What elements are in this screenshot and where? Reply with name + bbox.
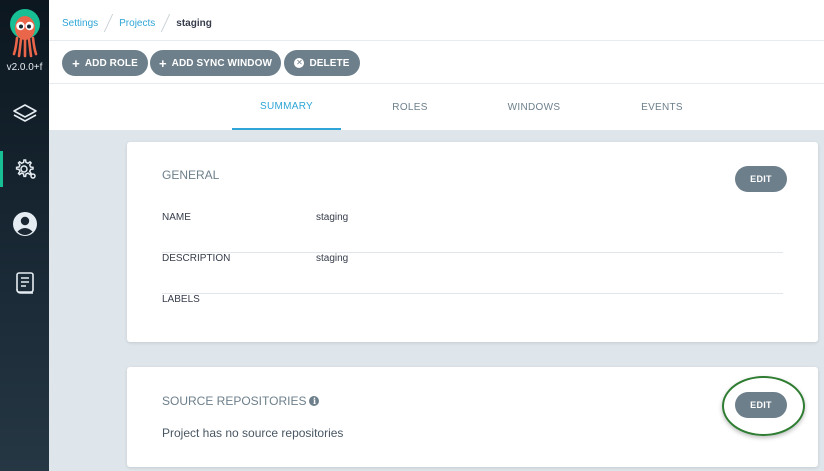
nav-user-info[interactable] — [0, 206, 49, 242]
source-repositories-card: SOURCE REPOSITORIES i EDIT Project has no… — [127, 367, 818, 467]
tab-bar: SUMMARY ROLES WINDOWS EVENTS — [49, 84, 824, 130]
general-card: GENERAL EDIT NAME staging DESCRIPTION st… — [127, 142, 818, 342]
general-row-labels: LABELS — [162, 294, 783, 335]
breadcrumb-separator — [103, 14, 114, 32]
plus-icon: + — [158, 55, 167, 71]
breadcrumb-separator — [161, 14, 171, 32]
user-icon — [12, 212, 37, 236]
add-sync-window-button[interactable]: + ADD SYNC WINDOW — [150, 50, 281, 76]
plus-icon: + — [72, 55, 80, 71]
empty-message: Project has no source repositories — [162, 426, 344, 440]
breadcrumb-settings[interactable]: Settings — [62, 18, 98, 29]
layers-icon — [12, 104, 37, 122]
nav-applications[interactable] — [0, 96, 49, 132]
source-repositories-title: SOURCE REPOSITORIES i — [162, 394, 320, 408]
version-label: v2.0.0+f — [6, 62, 43, 73]
close-circle-icon: ✕ — [294, 58, 305, 68]
top-bar: Settings Projects staging — [49, 0, 824, 41]
add-role-label: ADD ROLE — [84, 57, 138, 69]
breadcrumb-projects[interactable]: Projects — [119, 18, 155, 29]
gear-icon — [15, 159, 36, 179]
general-row-description: DESCRIPTION staging — [162, 253, 783, 294]
add-role-button[interactable]: + ADD ROLE — [62, 50, 148, 76]
row-value: staging — [316, 253, 349, 264]
argo-logo[interactable] — [9, 8, 41, 58]
nav-docs[interactable] — [0, 265, 49, 301]
add-sync-window-label: ADD SYNC WINDOW — [171, 57, 273, 69]
nav-settings[interactable] — [0, 151, 49, 187]
tab-events[interactable]: EVENTS — [627, 84, 697, 130]
delete-button[interactable]: ✕ DELETE — [284, 50, 360, 76]
tab-summary[interactable]: SUMMARY — [232, 84, 341, 130]
sidebar: v2.0.0+f — [0, 0, 49, 471]
source-repositories-title-text: SOURCE REPOSITORIES — [162, 394, 307, 408]
highlight-ring — [722, 376, 805, 436]
general-title: GENERAL — [162, 168, 220, 182]
row-value: staging — [316, 212, 349, 223]
row-label: NAME — [162, 212, 191, 223]
tab-roles[interactable]: ROLES — [375, 84, 445, 130]
breadcrumb: Settings Projects staging — [62, 14, 212, 32]
general-row-name: NAME staging — [162, 212, 783, 253]
toolbar: + ADD ROLE + ADD SYNC WINDOW ✕ DELETE — [49, 41, 824, 84]
row-label: DESCRIPTION — [162, 253, 231, 264]
tab-windows[interactable]: WINDOWS — [495, 84, 573, 130]
breadcrumb-current: staging — [176, 17, 212, 29]
delete-label: DELETE — [309, 57, 350, 69]
info-icon[interactable]: i — [309, 396, 320, 406]
row-label: LABELS — [162, 294, 200, 305]
docs-icon — [15, 272, 34, 294]
general-edit-button[interactable]: EDIT — [735, 166, 787, 192]
